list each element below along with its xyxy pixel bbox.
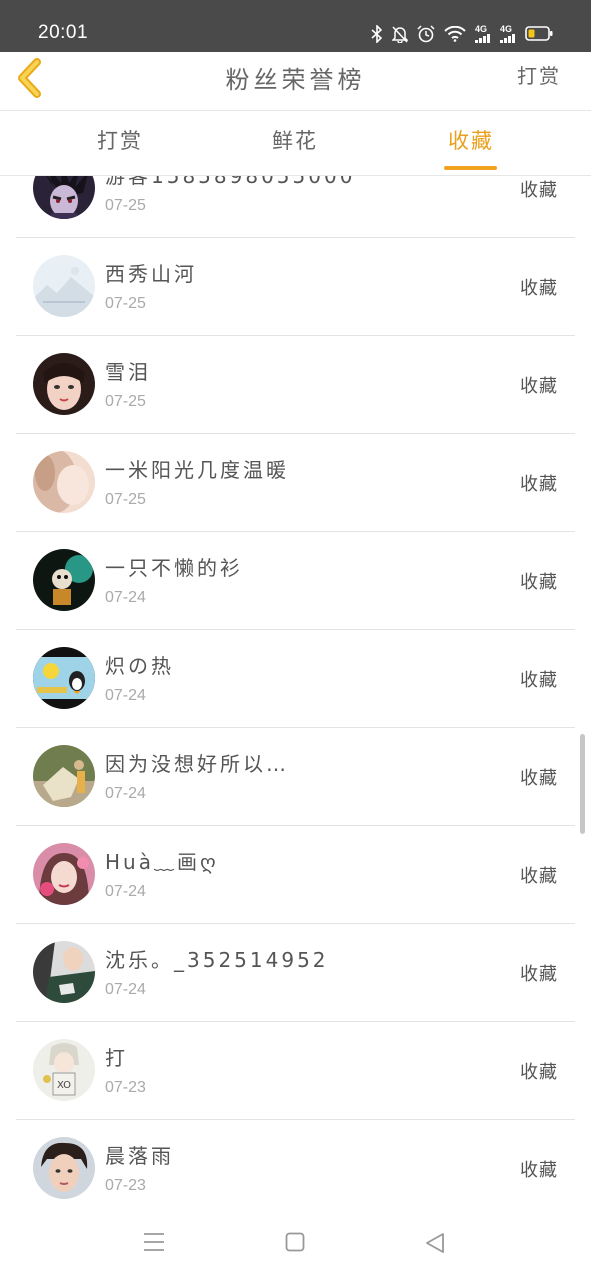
status-icons: 4G 4G	[371, 24, 553, 43]
signal-icon-2	[500, 34, 515, 43]
battery-icon	[525, 26, 553, 41]
menu-button[interactable]	[143, 1232, 165, 1256]
item-date: 07-25	[105, 491, 146, 508]
action-label: 收藏	[520, 180, 558, 201]
user-name: Huà﹏画ღ	[105, 850, 219, 874]
item-date: 07-24	[105, 687, 146, 704]
list-item[interactable]: 游客1585898055000 07-25 收藏	[16, 176, 575, 238]
menu-icon	[144, 1233, 164, 1251]
action-label: 收藏	[520, 376, 558, 397]
avatar: XO	[33, 1039, 95, 1101]
user-name: 一米阳光几度温暖	[105, 458, 289, 482]
list-item[interactable]: Huà﹏画ღ 07-24 收藏	[16, 826, 575, 924]
avatar	[33, 255, 95, 317]
app-header: 粉丝荣誉榜 打赏	[0, 52, 591, 111]
action-label: 收藏	[520, 1062, 558, 1083]
item-date: 07-24	[105, 883, 146, 900]
network-type-2: 4G	[500, 24, 513, 34]
bluetooth-icon	[371, 24, 383, 43]
list-item[interactable]: XO 打 07-23 收藏	[16, 1022, 575, 1120]
item-date: 07-25	[105, 393, 146, 410]
home-button[interactable]	[285, 1232, 305, 1256]
avatar	[33, 745, 95, 807]
item-date: 07-23	[105, 1079, 146, 1096]
fan-list[interactable]: 游客1585898055000 07-25 收藏 西秀山河 07-25 收藏 雪…	[0, 176, 591, 1206]
back-nav-button[interactable]	[425, 1232, 445, 1258]
user-name: 雪泪	[105, 360, 151, 384]
list-item[interactable]: 因为没想好所以… 07-24 收藏	[16, 728, 575, 826]
item-date: 07-23	[105, 1177, 146, 1194]
user-name: 西秀山河	[105, 262, 197, 286]
tab-reward[interactable]: 打赏	[80, 125, 160, 155]
user-name: 炽の热	[105, 654, 174, 678]
user-name: 沈乐。_352514952	[105, 948, 329, 972]
avatar	[33, 647, 95, 709]
item-date: 07-25	[105, 197, 146, 214]
active-tab-indicator	[444, 166, 497, 170]
item-date: 07-25	[105, 295, 146, 312]
reward-button[interactable]: 打赏	[517, 60, 561, 89]
user-name: 晨落雨	[105, 1144, 174, 1168]
list-item[interactable]: 炽の热 07-24 收藏	[16, 630, 575, 728]
avatar	[33, 1137, 95, 1199]
status-time: 20:01	[38, 22, 89, 43]
status-bar: 20:01 4G 4G	[0, 0, 591, 52]
tab-favorites[interactable]: 收藏	[431, 125, 511, 155]
avatar	[33, 843, 95, 905]
list-item[interactable]: 西秀山河 07-25 收藏	[16, 238, 575, 336]
alarm-icon	[417, 24, 435, 42]
user-name: 游客1585898055000	[105, 176, 356, 188]
item-date: 07-24	[105, 981, 146, 998]
svg-text:XO: XO	[57, 1080, 71, 1091]
list-item[interactable]: 一只不懒的衫 07-24 收藏	[16, 532, 575, 630]
list-item[interactable]: 沈乐。_352514952 07-24 收藏	[16, 924, 575, 1022]
home-square-icon	[285, 1232, 305, 1252]
page-title: 粉丝荣誉榜	[225, 66, 366, 94]
tab-flowers[interactable]: 鲜花	[255, 125, 335, 155]
action-label: 收藏	[520, 866, 558, 887]
list-item[interactable]: 一米阳光几度温暖 07-25 收藏	[16, 434, 575, 532]
back-triangle-icon	[426, 1233, 444, 1253]
user-name: 因为没想好所以…	[105, 752, 289, 776]
item-date: 07-24	[105, 785, 146, 802]
mute-bell-icon	[392, 25, 408, 43]
action-label: 收藏	[520, 572, 558, 593]
action-label: 收藏	[520, 768, 558, 789]
avatar	[33, 353, 95, 415]
signal-icon-1	[475, 34, 490, 43]
avatar	[33, 176, 95, 219]
network-type-1: 4G	[475, 24, 488, 34]
item-date: 07-24	[105, 589, 146, 606]
action-label: 收藏	[520, 278, 558, 299]
action-label: 收藏	[520, 1160, 558, 1181]
action-label: 收藏	[520, 964, 558, 985]
tab-bar: 打赏 鲜花 收藏	[0, 111, 591, 176]
action-label: 收藏	[520, 670, 558, 691]
wifi-icon	[444, 25, 466, 42]
avatar	[33, 941, 95, 1003]
avatar	[33, 549, 95, 611]
system-nav-bar	[0, 1206, 591, 1280]
list-item[interactable]: 雪泪 07-25 收藏	[16, 336, 575, 434]
scrollbar[interactable]	[580, 734, 585, 834]
user-name: 一只不懒的衫	[105, 556, 243, 580]
action-label: 收藏	[520, 474, 558, 495]
user-name: 打	[105, 1046, 128, 1070]
list-item[interactable]: 晨落雨 07-23 收藏	[16, 1120, 575, 1206]
avatar	[33, 451, 95, 513]
